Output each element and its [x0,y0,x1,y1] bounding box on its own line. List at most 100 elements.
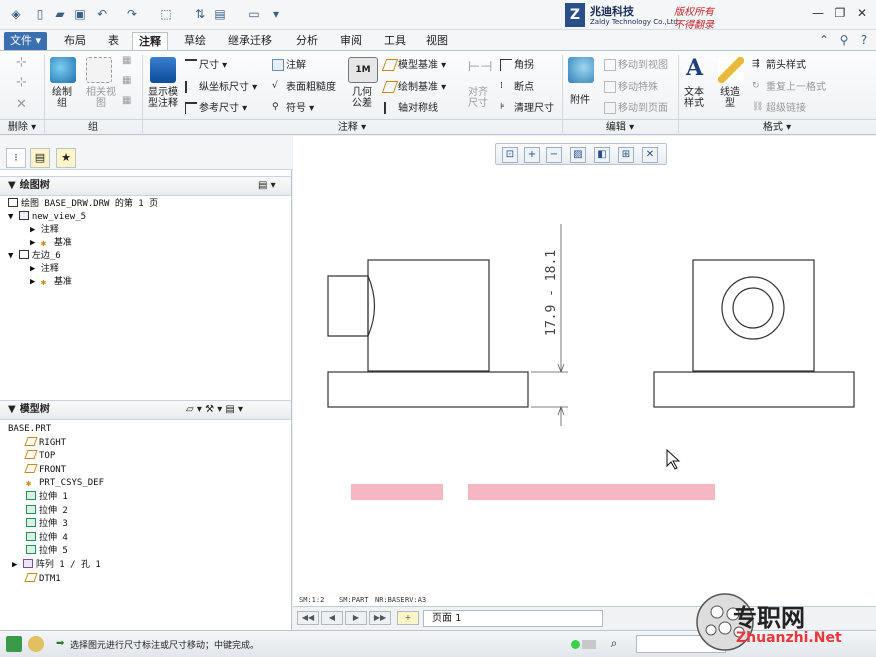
note-button[interactable]: 注解 [272,56,306,71]
repeat-last-format-button[interactable]: ↻ 重复上一格式 [752,78,826,93]
group-tool-icon-2[interactable]: ▦ [122,75,131,86]
redo-icon[interactable]: ↷ [124,6,140,22]
model-tree-tab-icon[interactable]: ⁝ [6,148,26,168]
tree-item[interactable]: ▶ ✱ 基准 [8,237,158,250]
tab-sketch[interactable]: 草绘 [178,32,212,50]
tree-item[interactable]: 拉伸 1 [8,490,104,505]
open-folder-icon[interactable]: ▰ [52,6,68,22]
tab-table[interactable]: 表 [102,32,125,50]
clean-dimensions-button[interactable]: ⊧ 清理尺寸 [500,99,554,114]
angle-button[interactable]: 角拐 [500,56,534,71]
window-icon[interactable]: ▤ [212,6,228,22]
ordinate-dimension-button[interactable]: 纵坐标尺寸 ▾ [185,78,257,93]
select-box-icon[interactable]: ⬚ [158,6,174,22]
tree-item[interactable]: 拉伸 3 [8,518,104,532]
customize-chevron-icon[interactable]: ▾ [268,6,284,22]
save-icon[interactable]: ▣ [72,6,88,22]
delete-icon[interactable]: ✕ [16,97,27,112]
tab-file[interactable]: 文件 ▾ [4,32,48,50]
help-icon[interactable]: ? [856,32,872,48]
arrow-style-button[interactable]: ⇶ 箭头样式 [752,56,806,71]
tree-item[interactable]: ▶ ✱ 基准 [8,276,158,289]
tab-annotate[interactable]: 注释 [132,32,168,50]
close-icon[interactable]: ✕ [854,6,870,20]
zoom-out-icon[interactable]: − [546,147,562,163]
zoom-in-icon[interactable]: + [524,147,540,163]
refit-icon[interactable]: ⊡ [502,147,518,163]
last-page-icon[interactable]: ▶▶ [369,611,391,625]
tree-item[interactable]: ✱ PRT_CSYS_DEF [8,477,104,491]
align-dimensions-button[interactable]: 对齐 尺寸 [468,87,488,109]
graphics-toolbar-icon[interactable] [6,636,22,652]
tree-item[interactable]: ▶ 注释 [8,263,158,276]
tree-item[interactable]: FRONT [8,463,104,478]
tab-layout[interactable]: 布局 [58,32,92,50]
group-tool-icon-3[interactable]: ▦ [122,95,131,106]
move-to-page-button[interactable]: 移动到页面 [604,99,668,114]
tree-item[interactable]: TOP [8,450,104,464]
break-point-button[interactable]: ⁞ 断点 [500,78,534,93]
tab-review[interactable]: 审阅 [334,32,368,50]
model-tree-header[interactable]: ▼ 模型树 ▱ ▾ ⚒ ▾ ▤ ▾ [0,400,291,420]
model-datum-button[interactable]: 模型基准 ▾ [381,56,446,71]
tree-item[interactable]: ▼ 左边_6 [8,250,158,263]
minimize-icon[interactable]: — [810,6,826,20]
undo-icon[interactable]: ↶ [94,6,110,22]
dimension-button[interactable]: 尺寸 ▾ [185,56,227,71]
prev-page-icon[interactable]: ◀ [321,611,343,625]
tree-item[interactable]: 拉伸 4 [8,531,104,546]
tree-item[interactable]: ▶ 注释 [8,224,158,237]
tree-item[interactable]: 绘图 BASE_DRW.DRW 的第 1 页 [8,198,158,211]
geometric-tolerance-button[interactable]: 几何 公差 [352,87,372,109]
collapse-ribbon-icon[interactable]: ⌃ [816,32,832,48]
surface-finish-button[interactable]: √ 表面粗糙度 [272,78,336,93]
tree-item[interactable]: ▶ 阵列 1 / 孔 1 [8,558,104,573]
tab-legacy-migration[interactable]: 继承迁移 [222,32,278,50]
new-file-icon[interactable]: ▯ [32,6,48,22]
delete-dim-icon[interactable]: ⊹ [16,55,27,70]
folder-icon[interactable]: ▭ [246,6,262,22]
drawing-canvas[interactable]: 17.9 - 18.1 SM:1:2 SM:PART NR:BASE RV:A3 [293,136,876,606]
axis-symmetric-button[interactable]: 轴对称线 [384,99,438,114]
tree-item[interactable]: 拉伸 5 [8,545,104,559]
related-view-button[interactable]: 相关视 图 [86,87,116,109]
tree-item[interactable]: ▼ new_view_5 [8,211,158,224]
dimension-text[interactable]: 17.9 - 18.1 [544,250,559,336]
search-icon[interactable]: ⚲ [836,32,852,48]
reference-dimension-button[interactable]: 参考尺寸 ▾ [185,99,247,114]
regenerate-icon[interactable]: ⇅ [192,6,208,22]
attach-button[interactable]: 附件 [570,91,590,106]
restore-icon[interactable]: ❐ [832,6,848,20]
draw-group-button[interactable]: 绘制 组 [52,87,72,109]
show-model-annotations-button[interactable]: 显示模 型注释 [148,87,178,109]
tab-view[interactable]: 视图 [420,32,454,50]
annotation-display-icon[interactable]: ✕ [642,147,658,163]
drawing-tree-header[interactable]: ▼ 绘图树 ▤ ▾ [0,176,291,196]
move-special-button[interactable]: 移动特殊 [604,78,658,93]
move-to-view-button[interactable]: 移动到视图 [604,56,668,71]
draw-datum-button[interactable]: 绘制基准 ▾ [381,78,446,93]
tree-root[interactable]: BASE.PRT [8,423,104,437]
delete-tolerance-icon[interactable]: ⊹ [16,75,27,90]
tree-item[interactable]: 拉伸 2 [8,504,104,519]
datum-display-icon[interactable]: ⊞ [618,147,634,163]
model-tree-tools-icon[interactable]: ▱ ▾ ⚒ ▾ ▤ ▾ [186,401,243,419]
tree-item[interactable]: DTM1 [8,572,104,587]
display-style-icon[interactable]: ◧ [594,147,610,163]
group-label-format[interactable]: 格式 ▾ [678,119,876,134]
symbol-button[interactable]: ⚲ 符号 ▾ [272,99,314,114]
text-style-button[interactable]: 文本 样式 [684,87,704,109]
tree-item[interactable]: RIGHT [8,436,104,451]
find-icon[interactable]: ⌕ [606,636,622,652]
tree-settings-icon[interactable]: ▤ ▾ [258,177,276,195]
tab-analysis[interactable]: 分析 [290,32,324,50]
line-style-button[interactable]: 线造 型 [720,87,740,109]
browser-toggle-icon[interactable] [28,636,44,652]
hyperlink-button[interactable]: ⛓ 超级链接 [752,99,806,114]
new-page-icon[interactable]: + [397,611,419,625]
group-label-annotate[interactable]: 注释 ▾ [142,119,562,134]
group-label-delete[interactable]: 删除 ▾ [0,119,44,134]
group-tool-icon-1[interactable]: ▦ [122,55,131,66]
folder-browser-tab-icon[interactable]: ▤ [30,148,50,168]
tab-tools[interactable]: 工具 [378,32,412,50]
